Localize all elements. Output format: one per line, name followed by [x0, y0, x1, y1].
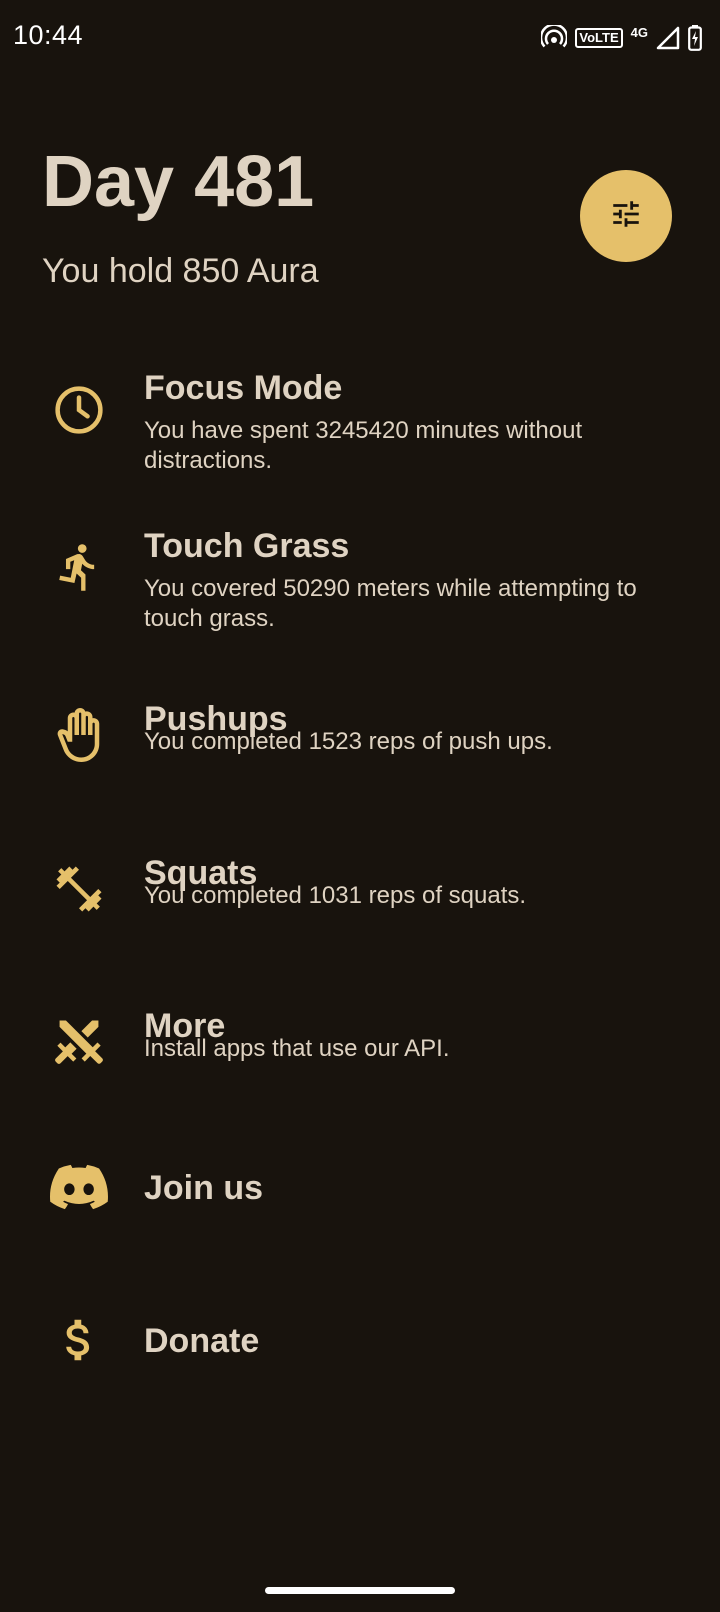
running-icon	[48, 536, 110, 598]
menu-item-description: You completed 1031 reps of squats.	[144, 882, 527, 909]
dollar-icon	[48, 1309, 110, 1371]
status-time: 10:44	[13, 20, 84, 50]
menu-item-title: Donate	[144, 1322, 260, 1360]
menu-item-more[interactable]: More Install apps that use our API.	[0, 1006, 720, 1086]
discord-icon	[48, 1156, 110, 1218]
menu-item-title: Focus Mode	[144, 369, 343, 407]
menu-item-pushups[interactable]: Pushups You completed 1523 reps of push …	[0, 699, 720, 779]
menu-item-join-us[interactable]: Join us	[0, 1158, 720, 1218]
menu-item-focus-mode[interactable]: Focus Mode You have spent 3245420 minute…	[0, 368, 720, 478]
menu-item-description: Install apps that use our API.	[144, 1035, 450, 1062]
menu-item-title: Touch Grass	[144, 527, 350, 565]
day-title: Day 481	[42, 142, 315, 222]
hand-icon	[48, 704, 110, 766]
tune-icon	[609, 197, 643, 236]
menu-item-description: You completed 1523 reps of push ups.	[144, 728, 553, 755]
aura-balance: You hold 850 Aura	[42, 252, 319, 290]
menu-item-description: You covered 50290 meters while attemptin…	[144, 575, 637, 632]
home-indicator[interactable]	[265, 1587, 455, 1594]
menu-item-donate[interactable]: Donate	[0, 1311, 720, 1371]
status-icons: VoLTE 4G	[541, 22, 702, 54]
network-type: 4G	[630, 24, 648, 40]
signal-icon	[656, 26, 680, 50]
menu-item-touch-grass[interactable]: Touch Grass You covered 50290 meters whi…	[0, 526, 720, 636]
swords-icon	[48, 1011, 110, 1073]
status-bar: 10:44 VoLTE 4G	[0, 0, 720, 78]
volte-icon: VoLTE	[575, 28, 623, 48]
dumbbell-icon	[48, 858, 110, 920]
battery-charging-icon	[688, 25, 702, 51]
menu-item-squats[interactable]: Squats You completed 1031 reps of squats…	[0, 853, 720, 933]
menu-item-title: Join us	[144, 1169, 264, 1207]
menu-item-description: You have spent 3245420 minutes without d…	[144, 417, 583, 474]
hotspot-icon	[541, 25, 568, 51]
settings-fab-button[interactable]	[580, 170, 672, 262]
clock-icon	[48, 379, 110, 441]
